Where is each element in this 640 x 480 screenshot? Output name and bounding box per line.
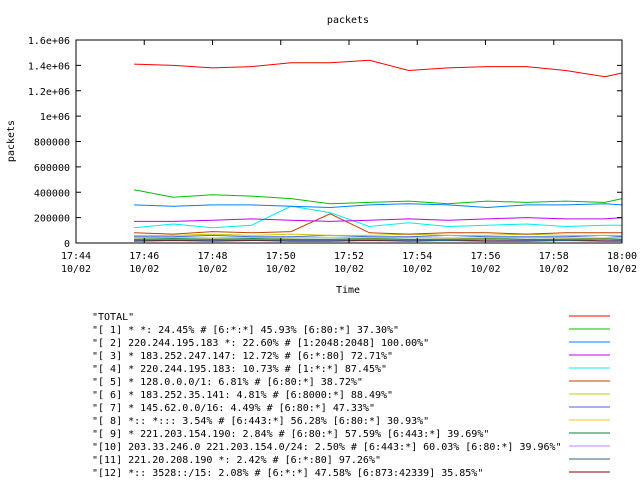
series-line	[134, 217, 623, 222]
y-tick-label: 1e+06	[40, 112, 70, 123]
y-tick-label: 1.4e+06	[28, 61, 70, 72]
x-tick-date: 10/02	[266, 264, 296, 275]
y-tick-label: 600000	[34, 163, 70, 174]
legend-label: "[ 3] * 183.252.247.147: 12.72% # [6:*:8…	[92, 351, 393, 362]
x-axis-label: Time	[336, 285, 360, 296]
x-tick-date: 10/02	[470, 264, 500, 275]
legend-label: "[ 4] * 220.244.195.183: 10.73% # [1:*:*…	[92, 364, 387, 375]
series-line	[133, 59, 623, 78]
series-line	[133, 189, 623, 205]
legend-label: "[ 2] 220.244.195.183 *: 22.60% # [1:204…	[92, 338, 429, 349]
x-tick-time: 17:48	[197, 251, 227, 262]
y-tick-label: 1.6e+06	[28, 36, 70, 47]
series-line	[133, 238, 623, 240]
series-line	[133, 213, 622, 235]
x-tick-time: 17:44	[61, 251, 91, 262]
plot-area	[75, 39, 623, 244]
x-tick-time: 17:50	[266, 251, 296, 262]
x-tick-date: 10/02	[607, 264, 637, 275]
legend-label: "[12] *:: 3528::/15: 2.08% # [6:*:*] 47.…	[92, 468, 483, 479]
legend-label: "[ 7] * 145.62.0.0/16: 4.49% # [6:80:*] …	[92, 403, 375, 414]
x-tick-time: 18:00	[607, 251, 637, 262]
x-tick-time: 17:56	[470, 251, 500, 262]
x-tick-time: 17:52	[334, 251, 364, 262]
y-tick-label: 800000	[34, 138, 70, 149]
x-tick-time: 17:58	[539, 251, 569, 262]
x-tick-date: 10/02	[197, 264, 227, 275]
y-tick-label: 0	[64, 239, 70, 250]
series-line	[133, 205, 622, 229]
legend-label: "[ 1] * *: 24.45% # [6:*:*] 45.93% [6:80…	[92, 325, 399, 336]
x-tick-date: 10/02	[129, 264, 159, 275]
x-tick-time: 17:46	[129, 251, 159, 262]
legend-label: "[11] 221.20.208.190 *: 2.42% # [6:*:80]…	[92, 455, 381, 466]
x-tick-date: 10/02	[61, 264, 91, 275]
series-line	[133, 203, 623, 209]
legend-label: "[ 8] *:: *::: 3.54% # [6:443:*] 56.28% …	[92, 416, 429, 427]
series-line	[133, 236, 623, 239]
legend-label: "[ 9] * 221.203.154.190: 2.84% # [6:80:*…	[92, 429, 489, 440]
x-tick-date: 10/02	[539, 264, 569, 275]
legend-label: "[10] 203.33.246.0 221.203.154.0/24: 2.5…	[92, 442, 562, 453]
x-tick-date: 10/02	[402, 264, 432, 275]
y-tick-label: 1.2e+06	[28, 87, 70, 98]
y-axis-label: packets	[6, 120, 17, 162]
y-tick-label: 200000	[34, 214, 70, 225]
legend-label: "[ 5] * 128.0.0.0/1: 6.81% # [6:80:*] 38…	[92, 377, 363, 388]
x-tick-date: 10/02	[334, 264, 364, 275]
packets-chart: packets packets Time 0 200000 400000 600000…	[6, 15, 637, 479]
legend-label: "[ 6] * 183.252.35.141: 4.81% # [6:8000:…	[92, 390, 393, 401]
legend-label: "TOTAL"	[92, 312, 134, 323]
x-tick-time: 17:54	[402, 251, 432, 262]
y-tick-label: 400000	[34, 188, 70, 199]
chart-title: packets	[327, 15, 369, 26]
